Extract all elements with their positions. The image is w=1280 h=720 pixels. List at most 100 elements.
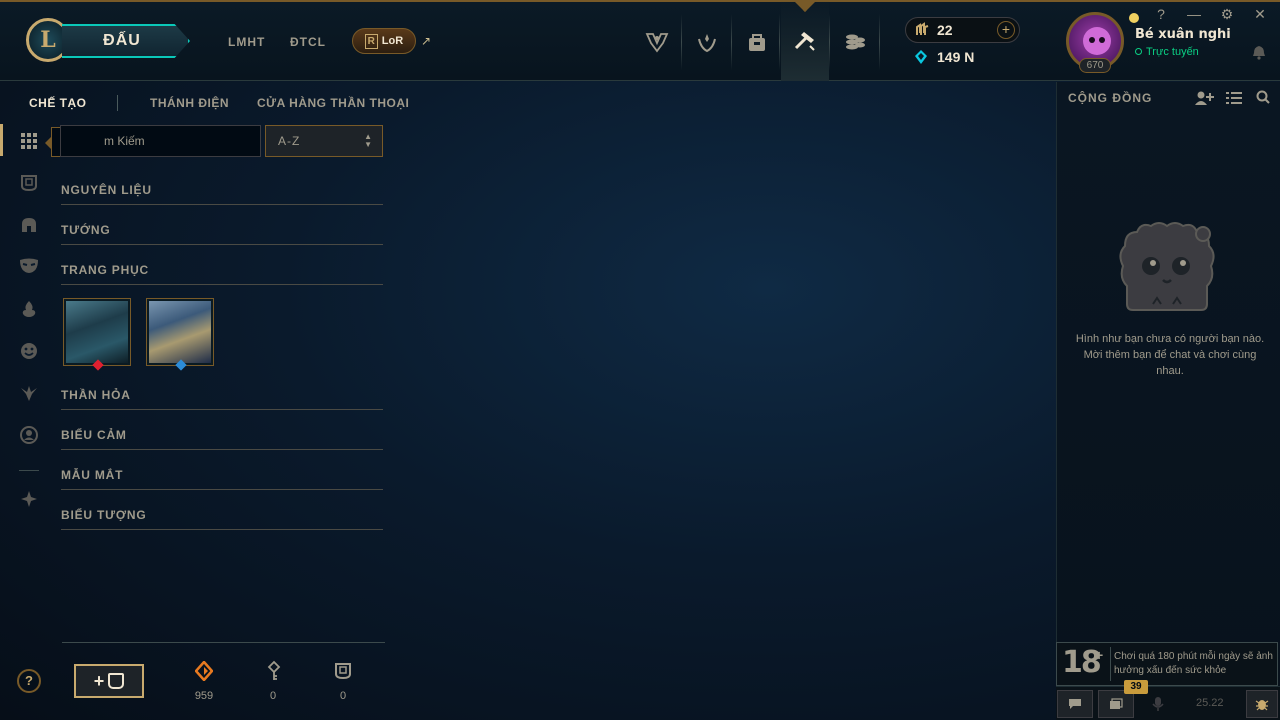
blue-essence-value: 149 N	[937, 49, 975, 65]
filter-champions-icon[interactable]	[18, 214, 40, 236]
chevron-updown-icon: ▲ ▼	[364, 132, 373, 149]
report-bug-button[interactable]	[1246, 690, 1278, 718]
bell-icon[interactable]	[1252, 44, 1266, 60]
trophy-wings-icon	[645, 33, 669, 53]
profile-icon	[20, 426, 38, 444]
filter-icons-icon[interactable]	[18, 424, 40, 446]
status-label: Trực tuyến	[1146, 46, 1199, 58]
tab-loot-icon[interactable]	[781, 0, 829, 81]
filter-wards-icon[interactable]	[18, 382, 40, 404]
nav-lmht[interactable]: LMHT	[228, 35, 265, 49]
status-text[interactable]: Trực tuyến	[1135, 46, 1199, 58]
lor-button[interactable]: R LoR	[352, 28, 416, 54]
level-badge: 670	[1079, 58, 1111, 73]
category-ward-skins[interactable]: MẪU MẮT	[61, 468, 383, 490]
skin-shard-tile[interactable]	[146, 298, 214, 371]
messages-icon	[1110, 698, 1123, 709]
microphone-icon	[1152, 697, 1164, 711]
category-skins[interactable]: TRANG PHỤC	[61, 263, 383, 285]
chat-button[interactable]	[1057, 690, 1093, 718]
help-window-button[interactable]: ?	[1151, 6, 1171, 22]
helmet-icon	[22, 218, 36, 232]
settings-gear-icon[interactable]: ⚙	[1217, 6, 1237, 23]
category-icons[interactable]: BIỂU TƯỢNG	[61, 508, 383, 530]
age-rating-plus: +	[1095, 647, 1104, 663]
chest-icon	[333, 660, 353, 682]
lor-logo-icon: R	[364, 33, 378, 49]
orange-essence-count: 959	[194, 690, 214, 702]
orange-essence-icon	[194, 660, 214, 682]
chest-icon	[21, 175, 37, 192]
craft-chest-button[interactable]: +	[74, 664, 144, 698]
search-text: m Kiếm	[104, 134, 145, 148]
tab-separator	[681, 14, 682, 70]
lor-label: LoR	[381, 35, 404, 47]
help-button[interactable]: ?	[17, 669, 41, 693]
tab-separator	[731, 14, 732, 70]
riot-points-value: 22	[937, 22, 953, 38]
chat-bubble-icon	[1069, 699, 1081, 709]
add-friend-icon[interactable]	[1194, 90, 1214, 106]
notification-dot-icon	[1129, 13, 1139, 23]
category-materials[interactable]: NGUYÊN LIỆU	[61, 183, 383, 205]
divider	[62, 642, 385, 643]
hammer-icon	[794, 31, 815, 51]
skin-shard-tile[interactable]	[63, 298, 131, 371]
avatar-eye	[1099, 37, 1105, 43]
avatar-face	[1083, 27, 1111, 55]
category-champions[interactable]: TƯỚNG	[61, 223, 383, 245]
list-icon[interactable]	[1226, 91, 1242, 105]
coins-icon	[846, 34, 865, 50]
flame-icon	[22, 301, 36, 317]
filter-emotes-icon[interactable]	[18, 340, 40, 362]
grid-icon	[21, 133, 37, 149]
username[interactable]: Bé xuân nghi	[1135, 27, 1231, 42]
laurel-icon	[698, 34, 716, 53]
voice-button[interactable]	[1140, 690, 1176, 718]
tab-separator	[779, 14, 780, 70]
rp-icon	[916, 22, 929, 35]
tab-crafting[interactable]: CHẾ TẠO	[29, 96, 87, 110]
social-title: CỘNG ĐỒNG	[1068, 91, 1153, 105]
tab-missions-icon[interactable]	[683, 20, 731, 64]
search-input[interactable]: m Kiếm	[60, 125, 261, 157]
play-button[interactable]: ĐẤU	[62, 24, 182, 58]
filter-skins-icon[interactable]	[18, 255, 40, 277]
close-button[interactable]: ✕	[1250, 6, 1270, 23]
subnav-separator	[117, 95, 118, 111]
filter-all-grid-icon[interactable]	[18, 130, 40, 152]
key-icon	[264, 660, 284, 682]
sort-dropdown[interactable]: A-Z ▲ ▼	[265, 125, 383, 157]
ward-icon	[21, 386, 37, 401]
filter-tft-icon[interactable]	[18, 488, 40, 510]
social-panel	[1056, 82, 1280, 720]
mask-icon	[20, 258, 38, 273]
category-eternals[interactable]: THẦN HỎA	[61, 388, 383, 410]
filter-eternals-icon[interactable]	[18, 298, 40, 320]
tft-icon	[21, 491, 37, 507]
tab-separator	[879, 14, 880, 70]
nav-dtcl[interactable]: ĐTCL	[290, 35, 326, 49]
warning-separator	[1110, 647, 1111, 681]
category-emotes[interactable]: BIỂU CẢM	[61, 428, 383, 450]
no-friends-message: Hình như bạn chưa có người bạn nào. Mời …	[1075, 333, 1265, 377]
tab-store-icon[interactable]	[831, 20, 879, 64]
filter-chest-icon[interactable]	[18, 172, 40, 194]
search-icon[interactable]	[1256, 90, 1270, 104]
tab-collection-icon[interactable]	[733, 20, 781, 64]
avatar-eye	[1089, 37, 1095, 43]
notifications-button[interactable]	[1098, 690, 1134, 718]
minimize-button[interactable]: —	[1184, 6, 1204, 22]
health-warning-text: Chơi quá 180 phút mỗi ngày sẽ ảnh hưởng …	[1114, 651, 1273, 676]
add-currency-button[interactable]: +	[997, 21, 1015, 39]
skin-splash-image	[149, 301, 211, 363]
plus-icon: +	[93, 670, 105, 691]
skin-splash-image	[66, 301, 128, 363]
tab-mythic-shop[interactable]: CỬA HÀNG THẦN THOẠI	[257, 96, 409, 110]
backpack-icon	[749, 34, 765, 51]
tab-sanctum[interactable]: THÁNH ĐIỆN	[150, 96, 229, 110]
poro-mascot-icon	[1119, 222, 1215, 311]
key-count: 0	[269, 690, 277, 702]
tab-worlds-icon[interactable]	[633, 20, 681, 64]
rail-active-indicator	[0, 124, 3, 156]
